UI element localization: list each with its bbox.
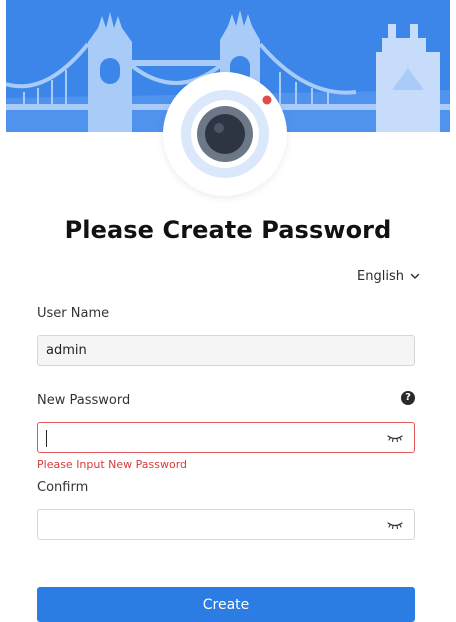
chevron-down-icon	[410, 273, 420, 279]
username-label: User Name	[37, 306, 110, 321]
language-dropdown[interactable]: English	[338, 266, 420, 286]
username-input[interactable]: admin	[37, 335, 415, 366]
create-button[interactable]: Create	[37, 587, 415, 622]
new-password-error: Please Input New Password	[37, 458, 188, 471]
eye-closed-icon[interactable]	[386, 519, 404, 531]
page-title: Please Create Password	[64, 216, 392, 244]
language-selected: English	[357, 268, 404, 284]
confirm-password-input[interactable]	[37, 509, 415, 540]
password-creation-page: Please Create Password English User Name…	[0, 0, 456, 622]
camera-logo	[163, 72, 287, 196]
new-password-input[interactable]	[37, 422, 415, 453]
username-value: admin	[46, 343, 87, 358]
camera-icon	[181, 90, 272, 178]
question-circle-icon[interactable]: ?	[401, 391, 415, 405]
eye-closed-icon[interactable]	[386, 432, 404, 444]
new-password-label: New Password	[37, 393, 131, 408]
text-cursor	[46, 430, 47, 447]
confirm-label: Confirm	[37, 480, 89, 495]
